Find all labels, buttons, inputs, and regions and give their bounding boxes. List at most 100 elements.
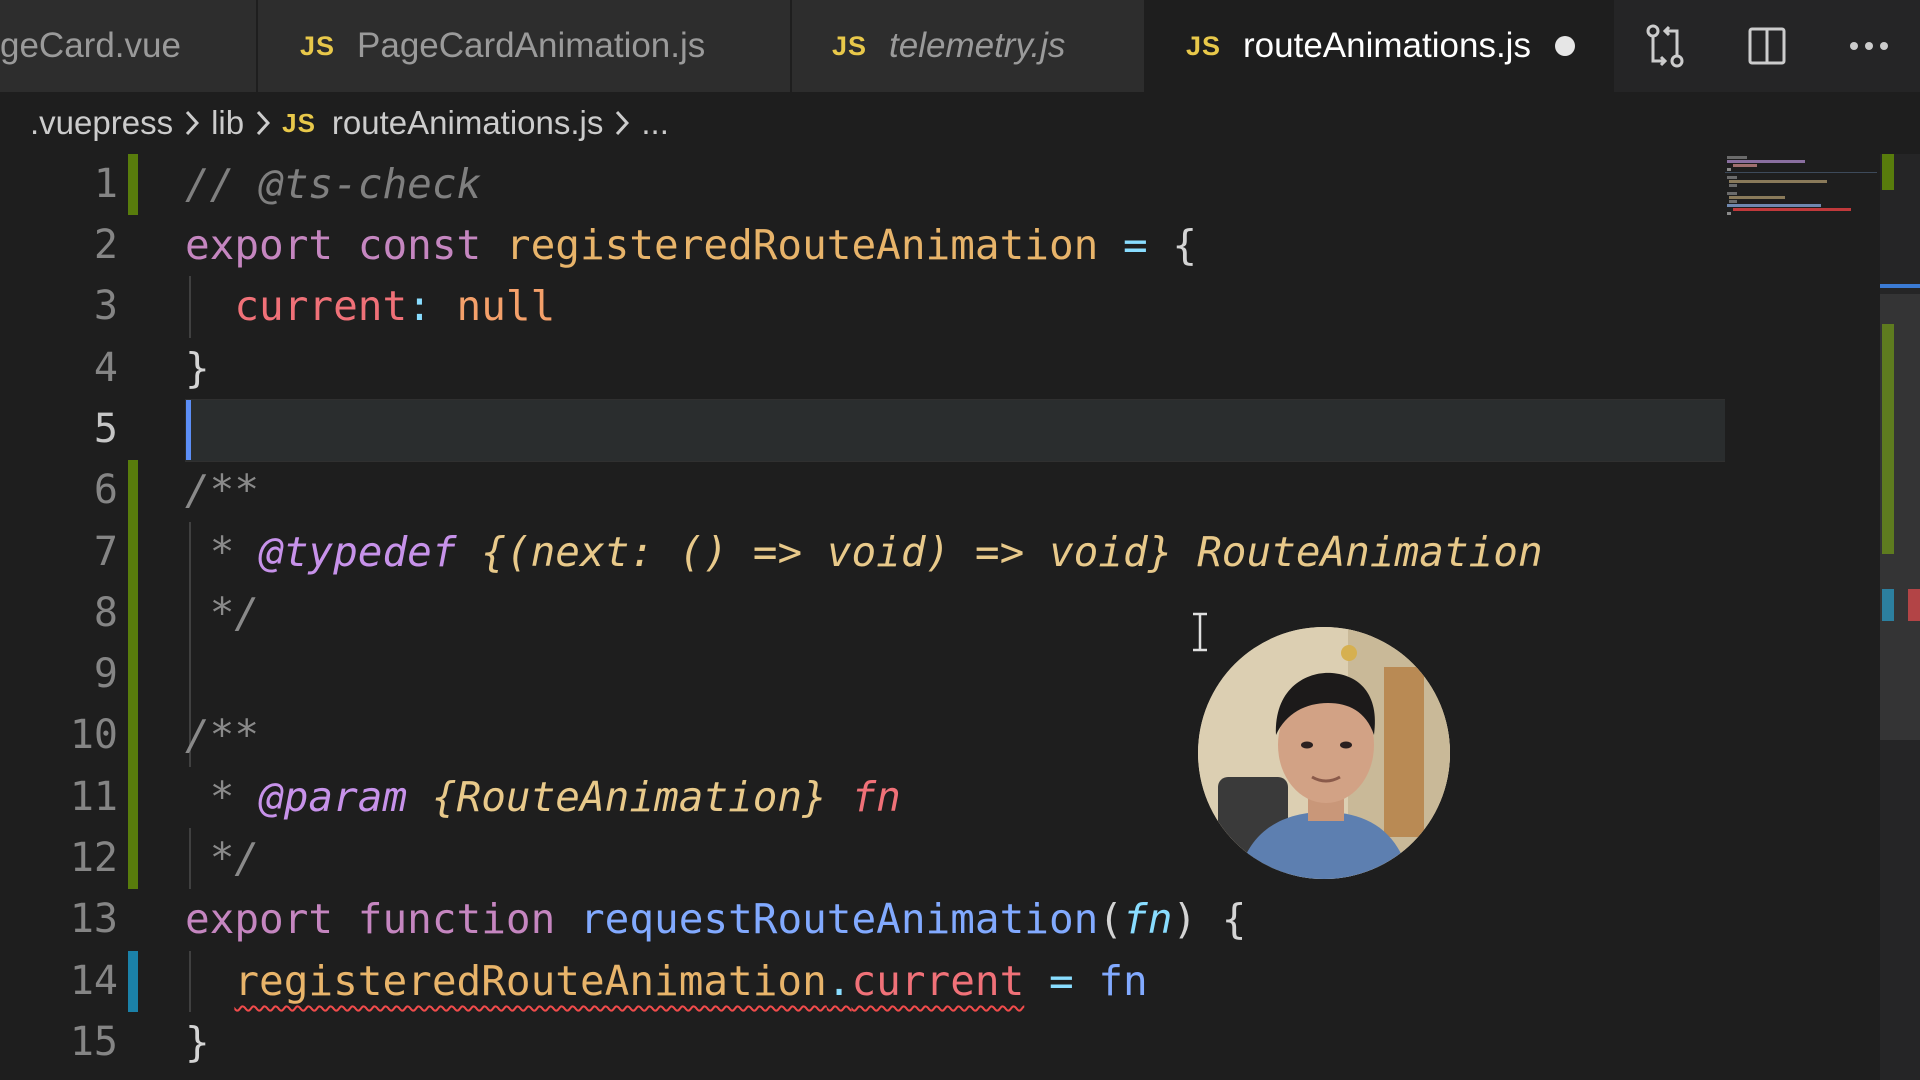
breadcrumb-item-vuepress[interactable]: .vuepress [30,104,173,142]
brace: } [185,1018,210,1066]
overview-git-marker [1882,154,1894,190]
code-editor[interactable]: 1 2 3 4 5 6 7 8 9 10 11 12 13 14 15 // @… [0,154,1920,1080]
paren: ( [1098,895,1124,943]
doc-comment: /** [185,711,260,759]
comment: // @ts-check [185,160,482,208]
property: current [234,282,408,330]
breadcrumb: .vuepress lib JS routeAnimations.js ... [0,92,1920,154]
keyword: function [357,895,556,943]
webcam-overlay [1198,627,1450,879]
git-modified-marker[interactable] [128,951,138,1012]
minimap-line [1727,192,1737,195]
git-added-marker[interactable] [128,460,138,889]
editor-actions [1614,0,1920,92]
minimap-line [1733,164,1757,167]
line-number: 12 [69,835,118,881]
line-number: 14 [69,958,118,1004]
minimap-line [1729,180,1827,183]
code-line-8: */ [185,583,259,644]
vertical-scrollbar[interactable] [1880,154,1920,1080]
chevron-right-icon [256,110,271,136]
minimap-line [1729,196,1785,199]
line-number: 4 [93,345,118,391]
parameter: fn [1123,895,1173,943]
tab-routeanimations-js[interactable]: JS routeAnimations.js [1146,0,1614,92]
line-number: 11 [69,774,118,820]
minimap-error-line [1733,208,1851,211]
minimap-line [1727,176,1737,179]
minimap-line [1727,156,1747,159]
colon: : [407,282,432,330]
unsaved-dot-icon[interactable] [1554,36,1575,56]
code-area[interactable]: // @ts-check export const registeredRout… [185,154,1725,1080]
brace: { [1172,221,1198,269]
tab-telemetry-js[interactable]: JS telemetry.js [792,0,1146,92]
line-number-gutter[interactable]: 1 2 3 4 5 6 7 8 9 10 11 12 13 14 15 [0,154,130,1080]
brace: { [1221,895,1247,943]
chevron-right-icon [615,110,630,136]
breadcrumb-item-symbols[interactable]: ... [641,104,669,142]
more-actions-icon[interactable] [1843,20,1895,72]
doc-comment: */ [209,834,260,882]
breadcrumb-item-file[interactable]: routeAnimations.js [332,104,603,142]
property: current [851,957,1025,1005]
minimap-line [1727,160,1805,163]
code-line-6: /** [185,460,259,521]
variable-name: registeredRouteAnimation [234,957,827,1005]
js-file-icon: JS [282,107,316,138]
code-line-11: * @param {RouteAnimation} fn [185,767,901,828]
identifier: fn [1098,957,1148,1005]
line-number: 1 [93,161,118,207]
jsdoc-type: {RouteAnimation} [431,773,827,821]
line-number: 15 [69,1019,118,1065]
error-squiggle[interactable]: registeredRouteAnimation.current [234,957,1024,1005]
minimap-line [1727,212,1731,215]
minimap-line [1727,168,1731,171]
tab-pagecard-vue[interactable]: geCard.vue [0,0,258,92]
js-file-icon: JS [300,30,336,61]
line-number: 10 [69,712,118,758]
paren: ) [1172,895,1198,943]
dot: . [826,957,852,1005]
jsdoc-type: {(next: () => void) => void} [481,528,1173,576]
line-number: 3 [93,283,118,329]
tab-bar: geCard.vue JS PageCardAnimation.js JS te… [0,0,1920,92]
doc-comment: * [209,773,235,821]
line-number-current: 5 [93,406,118,452]
null-literal: null [456,282,556,330]
code-line-12: */ [185,828,259,889]
tab-label: geCard.vue [0,26,181,65]
code-line-10: /** [185,705,259,766]
jsdoc-tag: @param [259,773,408,821]
jsdoc-tag: @typedef [259,528,457,576]
line-number: 8 [93,590,118,636]
line-number: 6 [93,467,118,513]
split-editor-icon[interactable] [1741,20,1793,72]
tab-label: PageCardAnimation.js [357,26,706,65]
doc-comment: /** [185,466,260,514]
line-number: 9 [93,651,118,697]
code-line-3: current: null [185,276,555,337]
scrollbar-thumb[interactable] [1880,294,1920,740]
overview-cursor-marker [1880,284,1920,288]
minimap-line [1729,184,1737,187]
js-file-icon: JS [832,30,868,61]
keyword: export [185,221,334,269]
code-line-2: export const registeredRouteAnimation = … [185,215,1197,276]
tab-label: routeAnimations.js [1243,26,1531,65]
git-added-marker[interactable] [128,154,138,215]
code-line-13: export function requestRouteAnimation(fn… [185,889,1246,950]
breadcrumb-item-lib[interactable]: lib [211,104,244,142]
minimap-line [1729,200,1737,203]
variable-name: registeredRouteAnimation [505,221,1099,269]
minimap[interactable] [1725,154,1880,1080]
code-line-1: // @ts-check [185,154,481,215]
tab-pagecardanimation-js[interactable]: JS PageCardAnimation.js [258,0,792,92]
source-control-compare-icon[interactable] [1639,20,1691,72]
line-number: 13 [69,896,118,942]
presenter-avatar [1198,627,1450,879]
code-line-4: } [185,338,210,399]
keyword: export [185,895,334,943]
js-file-icon: JS [1186,30,1222,61]
line-number: 2 [93,222,118,268]
